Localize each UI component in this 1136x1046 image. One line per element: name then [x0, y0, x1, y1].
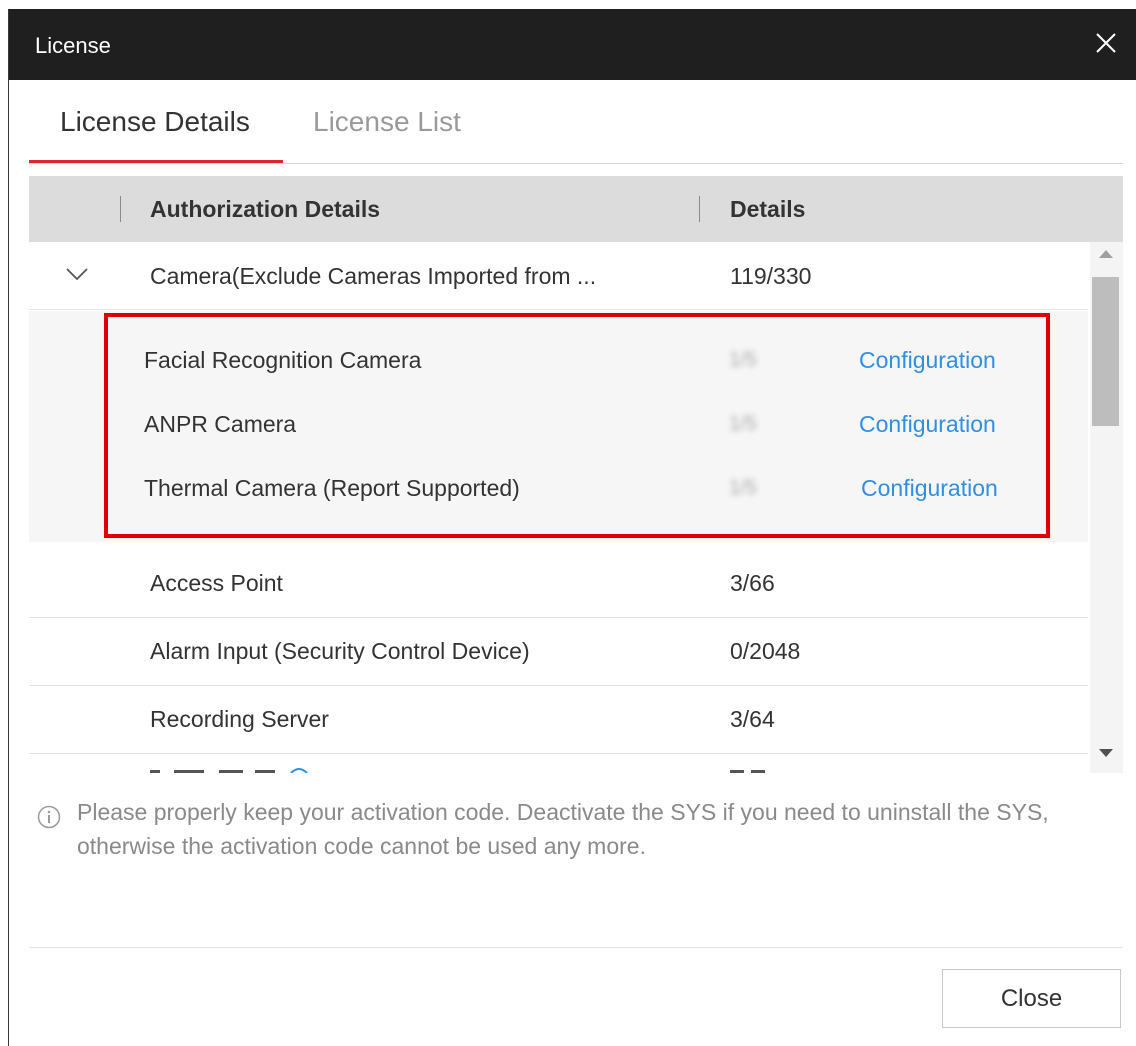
tab-license-details[interactable]: License Details — [60, 106, 250, 138]
header-details[interactable]: Details — [730, 196, 805, 223]
configuration-link[interactable]: Configuration — [859, 347, 996, 374]
vertical-scrollbar[interactable] — [1090, 242, 1123, 773]
authorization-table: Authorization Details Details Camera(Exc… — [29, 176, 1123, 773]
row-count: 0/2048 — [730, 638, 801, 664]
configuration-link[interactable]: Configuration — [861, 475, 998, 502]
table-row[interactable]: Recording Server 3/64 — [29, 686, 1088, 754]
table-row-partial[interactable] — [29, 766, 1088, 773]
scroll-thumb[interactable] — [1092, 277, 1119, 426]
row-label: Recording Server — [150, 706, 329, 732]
column-separator[interactable] — [699, 196, 700, 222]
scroll-down-arrow-icon[interactable] — [1099, 749, 1113, 757]
title-bar: License — [9, 9, 1136, 80]
sub-row-count: 1/5 — [729, 349, 757, 371]
camera-count: 119/330 — [730, 263, 812, 289]
camera-sub-panel: Facial Recognition Camera 1/5 Configurat… — [29, 311, 1088, 542]
license-dialog: License License Details License List Aut… — [8, 9, 1136, 1046]
row-label: Alarm Input (Security Control Device) — [150, 638, 530, 664]
close-button[interactable]: Close — [942, 969, 1121, 1028]
sub-row-label: Thermal Camera (Report Supported) — [144, 475, 520, 501]
table-header: Authorization Details Details — [29, 176, 1123, 242]
row-count: 3/64 — [730, 706, 775, 732]
table-row-camera[interactable]: Camera(Exclude Cameras Imported from ...… — [29, 242, 1088, 310]
sub-row-count: 1/5 — [729, 413, 757, 435]
sub-row-label: Facial Recognition Camera — [144, 347, 422, 373]
column-separator[interactable] — [120, 196, 121, 222]
active-tab-indicator — [29, 160, 283, 163]
sub-row-label: ANPR Camera — [144, 411, 297, 437]
info-circle-icon — [37, 805, 61, 829]
chevron-down-icon[interactable] — [65, 266, 89, 282]
scroll-up-arrow-icon[interactable] — [1099, 250, 1113, 258]
tab-license-list[interactable]: License List — [313, 106, 461, 138]
dialog-title: License — [35, 33, 111, 58]
footer-divider — [29, 947, 1123, 948]
close-x-icon[interactable] — [1094, 31, 1118, 55]
sub-row-count: 1/5 — [729, 477, 757, 499]
header-authorization-details[interactable]: Authorization Details — [150, 196, 380, 223]
table-row[interactable]: Access Point 3/66 — [29, 550, 1088, 618]
tab-bar: License Details License List — [29, 80, 1123, 164]
table-row[interactable]: Alarm Input (Security Control Device) 0/… — [29, 618, 1088, 686]
notice-text: Please properly keep your activation cod… — [77, 799, 1049, 859]
row-count: 3/66 — [730, 570, 775, 596]
configuration-link[interactable]: Configuration — [859, 411, 996, 438]
row-label: Access Point — [150, 570, 283, 596]
camera-label: Camera(Exclude Cameras Imported from ... — [150, 263, 597, 289]
